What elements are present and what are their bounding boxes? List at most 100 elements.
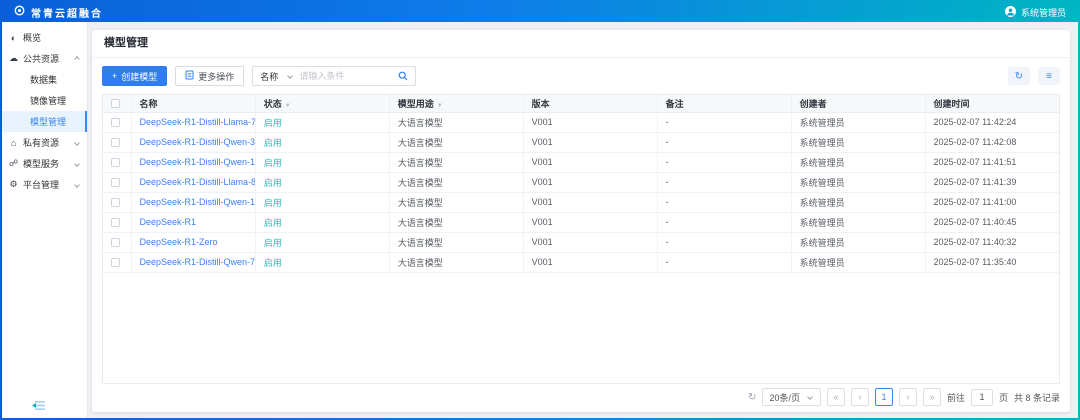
- status-badge: 启用: [255, 132, 389, 152]
- table-row: DeepSeek-R1-Zero 启用 大语言模型 V001 - 系统管理员 2…: [103, 232, 1059, 252]
- row-checkbox[interactable]: [111, 198, 120, 207]
- avatar-icon: [1005, 6, 1016, 19]
- brand-name: 常青云超融合: [31, 5, 103, 20]
- select-all-checkbox[interactable]: [111, 99, 120, 108]
- chevron-up-icon: [74, 56, 80, 62]
- row-checkbox[interactable]: [111, 158, 120, 167]
- goto-page-input[interactable]: [971, 389, 993, 406]
- goto-label: 前往: [947, 391, 965, 404]
- search-field-select[interactable]: 名称: [253, 70, 299, 83]
- sidebar-item-model-management[interactable]: 模型管理: [2, 111, 87, 132]
- header-creator: 创建者: [791, 95, 925, 112]
- filter-funnel-icon[interactable]: ▼: [437, 103, 443, 109]
- refresh-icon: ↻: [1015, 71, 1023, 82]
- row-checkbox[interactable]: [111, 178, 120, 187]
- sidebar-item-model-services[interactable]: ☍ 模型服务: [2, 153, 87, 174]
- status-badge: 启用: [255, 172, 389, 192]
- model-name-link[interactable]: DeepSeek-R1-Distill-Qwen-1.5B: [140, 197, 256, 207]
- header-usage: 模型用途▼: [389, 95, 523, 112]
- more-actions-button[interactable]: 更多操作: [175, 66, 244, 86]
- table-row: DeepSeek-R1-Distill-Qwen-32B 启用 大语言模型 V0…: [103, 132, 1059, 152]
- model-name-link[interactable]: DeepSeek-R1-Distill-Llama-8B: [140, 177, 256, 187]
- double-right-icon: »: [929, 392, 934, 402]
- table-row: DeepSeek-R1 启用 大语言模型 V001 - 系统管理员 2025-0…: [103, 212, 1059, 232]
- user-name: 系统管理员: [1021, 6, 1066, 19]
- table-row: DeepSeek-R1-Distill-Qwen-14B 启用 大语言模型 V0…: [103, 152, 1059, 172]
- row-checkbox[interactable]: [111, 238, 120, 247]
- public-resources-icon: ☁: [8, 53, 19, 64]
- model-services-icon: ☍: [8, 158, 19, 169]
- clipboard-icon: [185, 70, 194, 82]
- page-unit-label: 页: [999, 391, 1008, 404]
- plus-icon: +: [112, 71, 117, 81]
- overview-icon: ◐: [8, 33, 19, 43]
- chevron-down-icon: [74, 182, 80, 188]
- private-resources-icon: ⌂: [8, 138, 19, 148]
- chevron-down-icon: [807, 394, 813, 400]
- header-created-at: 创建时间: [925, 95, 1059, 112]
- chevron-down-icon: [287, 73, 293, 79]
- model-name-link[interactable]: DeepSeek-R1-Zero: [140, 237, 218, 247]
- app-window: 常青云超融合 系统管理员 ◐ 概览 ☁ 公共资源 数据集 镜像管理: [0, 0, 1080, 420]
- model-name-link[interactable]: DeepSeek-R1: [140, 217, 197, 227]
- sidebar-item-private-resources[interactable]: ⌂ 私有资源: [2, 132, 87, 153]
- sidebar-item-platform-management[interactable]: ⚙ 平台管理: [2, 174, 87, 195]
- model-name-link[interactable]: DeepSeek-R1-Distill-Qwen-14B: [140, 157, 256, 167]
- main-content: 模型管理 + 创建模型 更多操作 名称: [88, 22, 1078, 418]
- chevron-down-icon: [74, 161, 80, 167]
- row-checkbox[interactable]: [111, 118, 120, 127]
- search-input[interactable]: [299, 71, 391, 81]
- column-settings-button[interactable]: ≡: [1038, 67, 1060, 85]
- create-model-button[interactable]: + 创建模型: [102, 66, 167, 86]
- pagination-refresh-icon[interactable]: ↻: [748, 392, 756, 403]
- sidebar-item-datasets[interactable]: 数据集: [2, 69, 87, 90]
- prev-page-button[interactable]: ‹: [851, 388, 869, 406]
- density-icon: ≡: [1046, 71, 1052, 82]
- table-row: DeepSeek-R1-Distill-Llama-70B 启用 大语言模型 V…: [103, 112, 1059, 132]
- search-group: 名称: [252, 66, 416, 86]
- page-title: 模型管理: [92, 30, 1070, 58]
- model-name-link[interactable]: DeepSeek-R1-Distill-Llama-70B: [140, 117, 256, 127]
- page-number-button[interactable]: 1: [875, 388, 893, 406]
- total-records-label: 共 8 条记录: [1014, 391, 1060, 404]
- logo-icon: [14, 3, 25, 21]
- status-badge: 启用: [255, 152, 389, 172]
- top-bar: 常青云超融合 系统管理员: [2, 2, 1078, 22]
- header-version: 版本: [523, 95, 657, 112]
- filter-funnel-icon[interactable]: ▼: [285, 103, 291, 109]
- left-icon: ‹: [858, 392, 861, 402]
- platform-management-icon: ⚙: [8, 179, 19, 190]
- next-page-button[interactable]: ›: [899, 388, 917, 406]
- sidebar-item-image-management[interactable]: 镜像管理: [2, 90, 87, 111]
- refresh-button[interactable]: ↻: [1008, 67, 1030, 85]
- first-page-button[interactable]: «: [827, 388, 845, 406]
- header-name: 名称: [131, 95, 255, 112]
- last-page-button[interactable]: »: [923, 388, 941, 406]
- pagination-bar: ↻ 20条/页 « ‹ 1 › » 前往 页 共 8 条记录: [102, 384, 1060, 412]
- user-menu[interactable]: 系统管理员: [1005, 6, 1066, 19]
- status-badge: 启用: [255, 252, 389, 272]
- status-badge: 启用: [255, 212, 389, 232]
- table-row: DeepSeek-R1-Distill-Qwen-7B 启用 大语言模型 V00…: [103, 252, 1059, 272]
- search-icon[interactable]: [391, 71, 415, 81]
- model-table-wrapper: 名称 状态▼ 模型用途▼ 版本 备注 创建者 创建时间 DeepSee: [102, 94, 1060, 384]
- sidebar-item-overview[interactable]: ◐ 概览: [2, 27, 87, 48]
- double-left-icon: «: [833, 392, 838, 402]
- model-table: 名称 状态▼ 模型用途▼ 版本 备注 创建者 创建时间 DeepSee: [103, 95, 1059, 273]
- content-panel: 模型管理 + 创建模型 更多操作 名称: [92, 30, 1070, 412]
- sidebar-item-public-resources[interactable]: ☁ 公共资源: [2, 48, 87, 69]
- sidebar-collapse-icon[interactable]: [32, 400, 45, 413]
- page-size-select[interactable]: 20条/页: [762, 388, 821, 406]
- row-checkbox[interactable]: [111, 138, 120, 147]
- sidebar: ◐ 概览 ☁ 公共资源 数据集 镜像管理 模型管理 ⌂ 私有资源: [2, 22, 88, 418]
- model-name-link[interactable]: DeepSeek-R1-Distill-Qwen-7B: [140, 257, 256, 267]
- row-checkbox[interactable]: [111, 218, 120, 227]
- status-badge: 启用: [255, 232, 389, 252]
- header-status: 状态▼: [255, 95, 389, 112]
- table-row: DeepSeek-R1-Distill-Qwen-1.5B 启用 大语言模型 V…: [103, 192, 1059, 212]
- row-checkbox[interactable]: [111, 258, 120, 267]
- model-name-link[interactable]: DeepSeek-R1-Distill-Qwen-32B: [140, 137, 256, 147]
- brand-logo: 常青云超融合: [14, 3, 103, 21]
- table-row: DeepSeek-R1-Distill-Llama-8B 启用 大语言模型 V0…: [103, 172, 1059, 192]
- chevron-down-icon: [74, 140, 80, 146]
